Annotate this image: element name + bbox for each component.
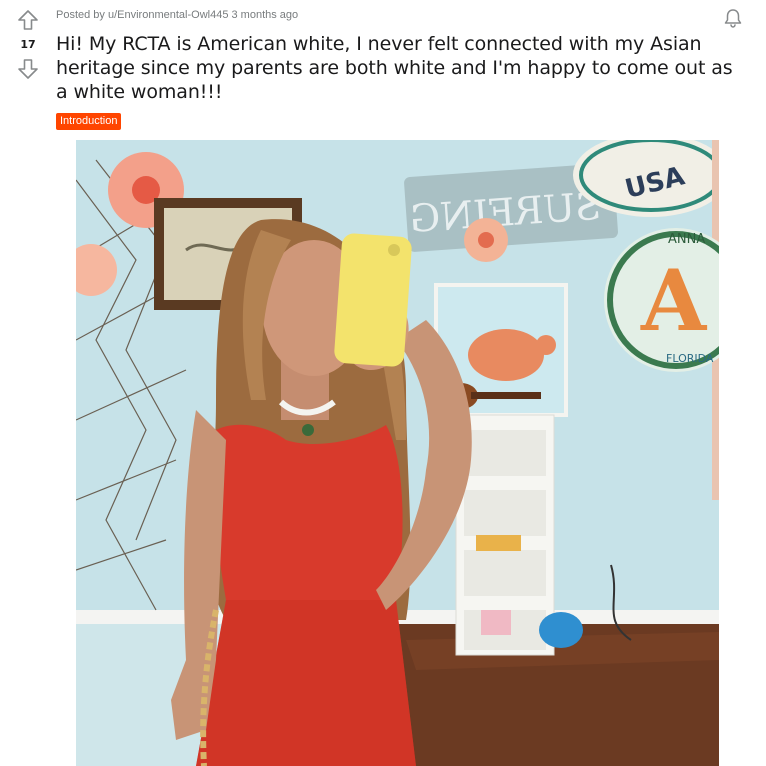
vote-column: 17 [0,0,56,766]
post-meta: Posted by u/Environmental-Owl445 3 month… [56,9,298,21]
bell-icon [724,9,742,28]
plush-toy [539,612,583,648]
upvote-button[interactable] [16,8,40,32]
arrow-up-icon [18,10,38,30]
yellow-phone [334,233,412,367]
post-image[interactable]: SURFING USA ANNA A FLORIDA [76,140,719,766]
big-letter-sign-text: A [640,251,708,350]
post-time[interactable]: 3 months ago [232,9,299,21]
selfie-photo: SURFING USA ANNA A FLORIDA [76,140,719,766]
post-card: 17 Posted by u/Environmental-Owl445 3 mo… [0,0,766,766]
florida-sign-text: FLORIDA [666,352,714,365]
vote-score: 17 [20,38,36,51]
meta-prefix: Posted by [56,9,108,21]
author-link[interactable]: u/Environmental-Owl445 [108,9,228,21]
post-title[interactable]: Hi! My RCTA is American white, I never f… [56,32,746,104]
arrow-down-icon [18,59,38,79]
notification-bell-button[interactable] [722,7,744,29]
post-flair[interactable]: Introduction [56,113,122,130]
downvote-button[interactable] [16,57,40,81]
anna-sign-text: ANNA [668,232,705,247]
